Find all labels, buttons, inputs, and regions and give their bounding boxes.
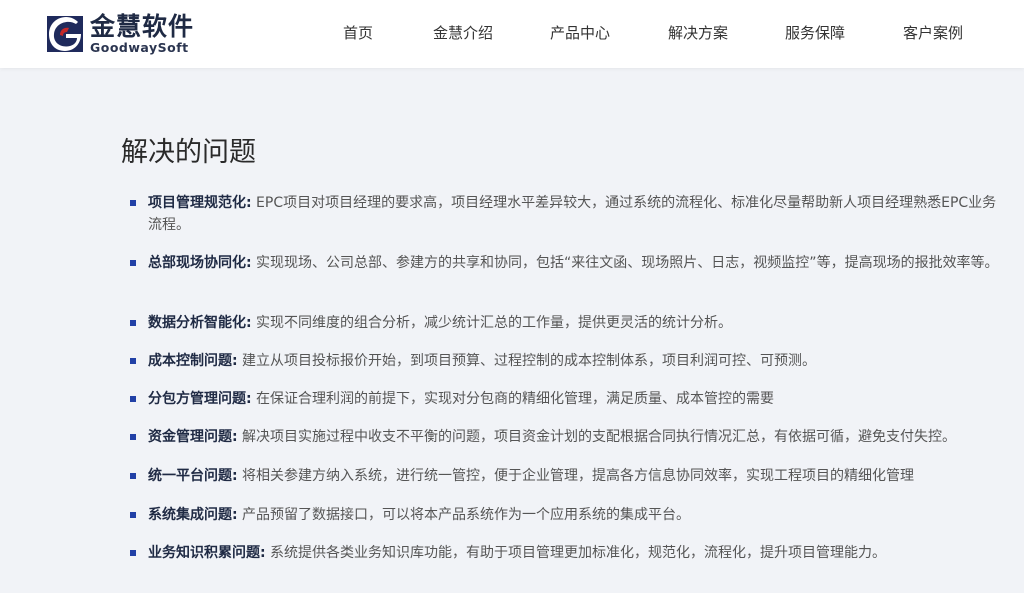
bullet-icon (130, 396, 136, 402)
section-title: 解决的问题 (121, 137, 256, 168)
issue-text: 系统提供各类业务知识库功能，有助于项目管理更加标准化，规范化，流程化，提升项目管… (265, 545, 887, 561)
issue-text: 实现不同维度的组合分析，减少统计汇总的工作量，提供更灵活的统计分析。 (251, 315, 733, 331)
issue-label: 系统集成问题: (148, 507, 238, 523)
issue-label: 项目管理规范化: (148, 195, 252, 211)
list-item: 统一平台问题: 将相关参建方纳入系统，进行统一管控，便于企业管理，提高各方信息协… (130, 465, 1010, 487)
bullet-icon (130, 473, 136, 479)
issue-text: EPC项目对项目经理的要求高，项目经理水平差异较大，通过系统的流程化、标准化尽量… (148, 195, 997, 233)
issue-label: 资金管理问题: (148, 429, 238, 445)
list-item: 总部现场协同化: 实现现场、公司总部、参建方的共享和协同，包括“来往文函、现场照… (130, 252, 1010, 274)
issue-text: 产品预留了数据接口，可以将本产品系统作为一个应用系统的集成平台。 (237, 507, 691, 523)
nav-item-products[interactable]: 产品中心 (550, 22, 610, 43)
issue-label: 总部现场协同化: (148, 255, 252, 271)
issue-text: 实现现场、公司总部、参建方的共享和协同，包括“来往文函、现场照片、日志，视频监控… (251, 255, 999, 271)
issue-label: 成本控制问题: (148, 353, 238, 369)
bullet-icon (130, 434, 136, 440)
bullet-icon (130, 320, 136, 326)
issue-label: 分包方管理问题: (148, 391, 252, 407)
list-item: 成本控制问题: 建立从项目投标报价开始，到项目预算、过程控制的成本控制体系，项目… (130, 350, 1010, 372)
site-header: 金慧软件 GoodwaySoft 首页 金慧介绍 产品中心 解决方案 服务保障 … (0, 0, 1024, 68)
issue-text: 将相关参建方纳入系统，进行统一管控，便于企业管理，提高各方信息协同效率，实现工程… (237, 468, 915, 484)
nav-item-cases[interactable]: 客户案例 (903, 22, 963, 43)
bullet-icon (130, 358, 136, 364)
list-item: 项目管理规范化: EPC项目对项目经理的要求高，项目经理水平差异较大，通过系统的… (130, 192, 1010, 236)
main-content: 解决的问题 项目管理规范化: EPC项目对项目经理的要求高，项目经理水平差异较大… (0, 68, 1024, 593)
issue-label: 统一平台问题: (148, 468, 238, 484)
bullet-icon (130, 550, 136, 556)
bullet-icon (130, 512, 136, 518)
issue-label: 业务知识积累问题: (148, 545, 266, 561)
list-item: 分包方管理问题: 在保证合理利润的前提下，实现对分包商的精细化管理，满足质量、成… (130, 388, 1010, 410)
nav-item-home[interactable]: 首页 (343, 22, 373, 43)
issue-text: 解决项目实施过程中收支不平衡的问题，项目资金计划的支配根据合同执行情况汇总，有依… (237, 429, 957, 445)
list-item: 业务知识积累问题: 系统提供各类业务知识库功能，有助于项目管理更加标准化，规范化… (130, 542, 1010, 564)
nav-item-solutions[interactable]: 解决方案 (668, 22, 728, 43)
list-item: 系统集成问题: 产品预留了数据接口，可以将本产品系统作为一个应用系统的集成平台。 (130, 504, 1010, 526)
list-item: 资金管理问题: 解决项目实施过程中收支不平衡的问题，项目资金计划的支配根据合同执… (130, 426, 1010, 448)
issue-text: 在保证合理利润的前提下，实现对分包商的精细化管理，满足质量、成本管控的需要 (251, 391, 775, 407)
issue-text: 建立从项目投标报价开始，到项目预算、过程控制的成本控制体系，项目利润可控、可预测… (237, 353, 817, 369)
list-item: 数据分析智能化: 实现不同维度的组合分析，减少统计汇总的工作量，提供更灵活的统计… (130, 312, 1010, 334)
nav-item-about[interactable]: 金慧介绍 (433, 22, 493, 43)
issue-label: 数据分析智能化: (148, 315, 252, 331)
bullet-icon (130, 260, 136, 266)
nav-item-services[interactable]: 服务保障 (785, 22, 845, 43)
bullet-icon (130, 200, 136, 206)
main-nav: 首页 金慧介绍 产品中心 解决方案 服务保障 客户案例 (0, 0, 1024, 68)
